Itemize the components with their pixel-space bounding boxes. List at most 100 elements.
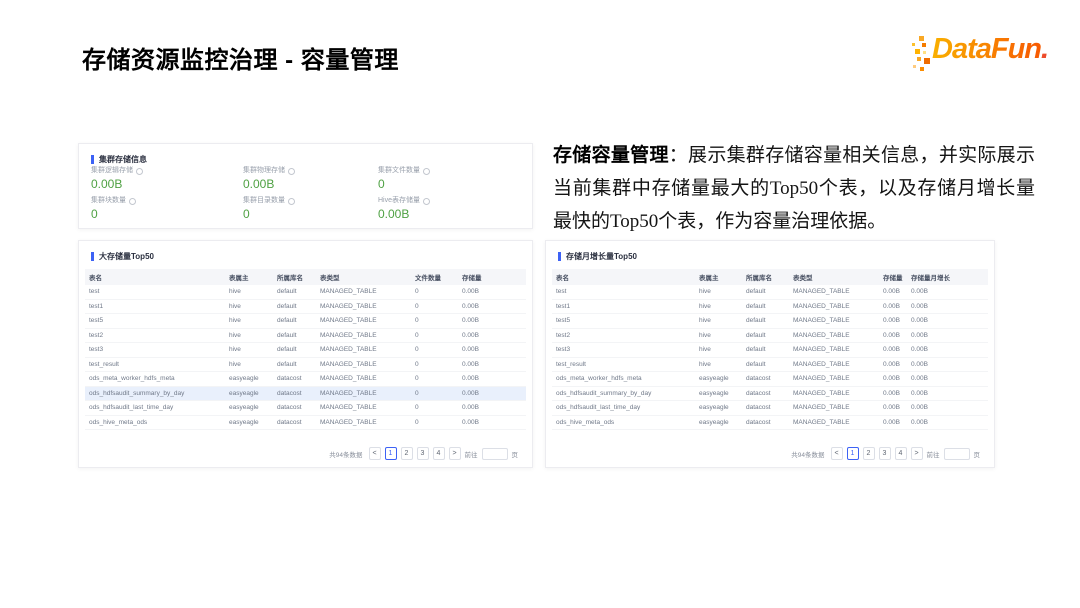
table-cell: MANAGED_TABLE xyxy=(320,346,415,353)
table-row[interactable]: ods_meta_worker_hdfs_metaeasyeagledataco… xyxy=(85,372,526,387)
table-cell: easyeagle xyxy=(699,390,746,397)
table-cell: MANAGED_TABLE xyxy=(320,375,415,382)
page-button[interactable]: 3 xyxy=(879,447,891,460)
column-header: 表类型 xyxy=(793,272,883,282)
table-header-row: 表名表属主所属库名表类型存储量存储量月增长 xyxy=(552,269,988,285)
table-cell: 0 xyxy=(415,390,462,397)
info-icon[interactable] xyxy=(129,198,136,205)
table-row[interactable]: test3hivedefaultMANAGED_TABLE0.00B0.00B xyxy=(552,343,988,358)
page-button[interactable]: 2 xyxy=(863,447,875,460)
table-row[interactable]: test2hivedefaultMANAGED_TABLE0.00B0.00B xyxy=(552,329,988,344)
goto-page-input[interactable] xyxy=(944,448,970,460)
table-title-row: 大存储量Top50 xyxy=(79,241,532,262)
table-cell: MANAGED_TABLE xyxy=(793,288,883,295)
prev-page-button[interactable]: < xyxy=(369,447,381,460)
metric-hive-table-storage: Hive表存储量 0.00B xyxy=(378,197,524,227)
table-row[interactable]: testhivedefaultMANAGED_TABLE0.00B0.00B xyxy=(552,285,988,300)
table-cell: 0.00B xyxy=(911,390,983,397)
table-row[interactable]: test5hivedefaultMANAGED_TABLE0.00B0.00B xyxy=(552,314,988,329)
metric-file-count: 集群文件数量 0 xyxy=(378,167,524,197)
table-cell: easyeagle xyxy=(229,404,277,411)
metric-physical-storage: 集群物理存储 0.00B xyxy=(243,167,378,197)
logo-dot: . xyxy=(1041,33,1048,65)
stats-card-title: 集群存储信息 xyxy=(99,154,147,165)
table-cell: 0.00B xyxy=(883,375,911,382)
table-cell: 0.00B xyxy=(883,404,911,411)
info-icon[interactable] xyxy=(136,168,143,175)
table-cell: 0 xyxy=(415,361,462,368)
table-cell: ods_meta_worker_hdfs_meta xyxy=(89,375,229,382)
table-row[interactable]: test1hivedefaultMANAGED_TABLE00.00B xyxy=(85,300,526,315)
page-button[interactable]: 1 xyxy=(847,447,859,460)
table-row[interactable]: test2hivedefaultMANAGED_TABLE00.00B xyxy=(85,329,526,344)
table-cell: 0.00B xyxy=(462,390,524,397)
table-cell: test xyxy=(556,288,699,295)
table-cell: hive xyxy=(229,361,277,368)
table-row[interactable]: testhivedefaultMANAGED_TABLE00.00B xyxy=(85,285,526,300)
metric-value: 0.00B xyxy=(243,178,378,191)
next-page-button[interactable]: > xyxy=(449,447,461,460)
table-cell: 0.00B xyxy=(462,303,524,310)
table-cell: datacost xyxy=(277,390,320,397)
panel-accent-bar xyxy=(558,252,561,261)
info-icon[interactable] xyxy=(288,168,295,175)
metric-value: 0 xyxy=(243,208,378,221)
column-header: 表类型 xyxy=(320,272,415,282)
table-row[interactable]: test1hivedefaultMANAGED_TABLE0.00B0.00B xyxy=(552,300,988,315)
table-cell: hive xyxy=(699,332,746,339)
table-cell: 0 xyxy=(415,317,462,324)
table-cell: ods_hdfsaudit_summary_by_day xyxy=(556,390,699,397)
table-cell: 0.00B xyxy=(883,390,911,397)
top50-storage-table-card: 大存储量Top50 表名表属主所属库名表类型文件数量存储量 testhivede… xyxy=(78,240,533,468)
table-row[interactable]: ods_hdfsaudit_last_time_dayeasyeagledata… xyxy=(552,401,988,416)
table-cell: test5 xyxy=(556,317,699,324)
goto-page-input[interactable] xyxy=(482,448,508,460)
table-cell: ods_hdfsaudit_last_time_day xyxy=(89,404,229,411)
table-cell: default xyxy=(746,303,793,310)
table-cell: MANAGED_TABLE xyxy=(793,361,883,368)
page-button[interactable]: 4 xyxy=(895,447,907,460)
table-cell: MANAGED_TABLE xyxy=(793,404,883,411)
metric-logical-storage: 集群逻辑存储 0.00B xyxy=(91,167,243,197)
table-row[interactable]: test5hivedefaultMANAGED_TABLE00.00B xyxy=(85,314,526,329)
page-button[interactable]: 1 xyxy=(385,447,397,460)
table-row[interactable]: test3hivedefaultMANAGED_TABLE00.00B xyxy=(85,343,526,358)
table-row[interactable]: ods_hdfsaudit_summary_by_dayeasyeagledat… xyxy=(552,387,988,402)
info-icon[interactable] xyxy=(423,168,430,175)
table-row[interactable]: ods_hdfsaudit_last_time_dayeasyeagledata… xyxy=(85,401,526,416)
table-row[interactable]: test_resulthivedefaultMANAGED_TABLE00.00… xyxy=(85,358,526,373)
table-cell: hive xyxy=(699,303,746,310)
table-cell: 0 xyxy=(415,288,462,295)
page-button[interactable]: 2 xyxy=(401,447,413,460)
table-cell: MANAGED_TABLE xyxy=(793,346,883,353)
table-row[interactable]: ods_meta_worker_hdfs_metaeasyeagledataco… xyxy=(552,372,988,387)
table-cell: hive xyxy=(229,346,277,353)
table-cell: 0.00B xyxy=(911,317,983,324)
table-row[interactable]: ods_hive_meta_odseasyeagledatacostMANAGE… xyxy=(85,416,526,431)
table-cell: MANAGED_TABLE xyxy=(320,404,415,411)
page-button[interactable]: 3 xyxy=(417,447,429,460)
table-cell: test1 xyxy=(89,303,229,310)
table-cell: default xyxy=(746,332,793,339)
next-page-button[interactable]: > xyxy=(911,447,923,460)
page-button[interactable]: 4 xyxy=(433,447,445,460)
info-icon[interactable] xyxy=(423,198,430,205)
prev-page-button[interactable]: < xyxy=(831,447,843,460)
table-cell: easyeagle xyxy=(699,404,746,411)
table-cell: default xyxy=(746,361,793,368)
table-cell: 0 xyxy=(415,404,462,411)
column-header: 文件数量 xyxy=(415,272,462,282)
table-cell: 0 xyxy=(415,346,462,353)
table-cell: test2 xyxy=(89,332,229,339)
table-cell: easyeagle xyxy=(699,375,746,382)
table-cell: 0.00B xyxy=(462,332,524,339)
table-cell: 0.00B xyxy=(911,346,983,353)
table-title: 存储月增长量Top50 xyxy=(566,251,637,262)
table-row[interactable]: ods_hdfsaudit_summary_by_dayeasyeagledat… xyxy=(85,387,526,402)
table-cell: test xyxy=(89,288,229,295)
info-icon[interactable] xyxy=(288,198,295,205)
table-cell: 0.00B xyxy=(911,404,983,411)
table-row[interactable]: test_resulthivedefaultMANAGED_TABLE0.00B… xyxy=(552,358,988,373)
table-cell: 0 xyxy=(415,303,462,310)
table-row[interactable]: ods_hive_meta_odseasyeagledatacostMANAGE… xyxy=(552,416,988,431)
